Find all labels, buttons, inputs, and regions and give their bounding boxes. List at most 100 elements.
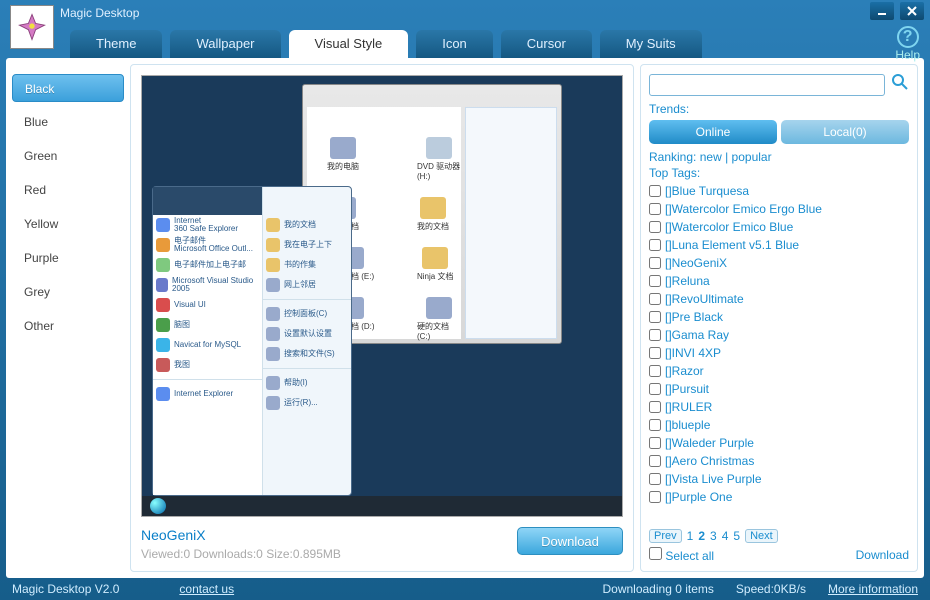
tag-checkbox[interactable] xyxy=(649,293,661,305)
tab-visual-style[interactable]: Visual Style xyxy=(289,30,409,58)
tag-item[interactable]: []blueple xyxy=(649,416,909,434)
tag-label: []Pursuit xyxy=(665,382,709,396)
tab-wallpaper[interactable]: Wallpaper xyxy=(170,30,280,58)
download-button[interactable]: Download xyxy=(517,527,623,555)
search-icon[interactable] xyxy=(891,73,909,96)
sidebar-item-red[interactable]: Red xyxy=(12,176,124,204)
pager-page-2[interactable]: 2 xyxy=(698,529,705,543)
tag-item[interactable]: []Reluna xyxy=(649,272,909,290)
tag-label: []RevoUltimate xyxy=(665,292,744,306)
tag-checkbox[interactable] xyxy=(649,347,661,359)
pager-page-1[interactable]: 1 xyxy=(687,529,694,543)
style-preview-image: 我的电脑 共享文档 硬的文档 (E:) 硬的文档 (D:) DVD 驱动器 (H… xyxy=(141,75,623,517)
tag-label: []INVI 4XP xyxy=(665,346,721,360)
pager-page-4[interactable]: 4 xyxy=(722,529,729,543)
tag-label: []NeoGeniX xyxy=(665,256,727,270)
tag-checkbox[interactable] xyxy=(649,365,661,377)
tags-list: []Blue Turquesa []Watercolor Emico Ergo B… xyxy=(649,182,909,525)
tag-checkbox[interactable] xyxy=(649,239,661,251)
tag-item[interactable]: []Vista Live Purple xyxy=(649,470,909,488)
tab-local[interactable]: Local(0) xyxy=(781,120,909,144)
tag-checkbox[interactable] xyxy=(649,455,661,467)
tag-label: []Luna Element v5.1 Blue xyxy=(665,238,799,252)
select-all-row[interactable]: Select all xyxy=(649,547,714,563)
tag-item[interactable]: []Aero Christmas xyxy=(649,452,909,470)
select-all-checkbox[interactable] xyxy=(649,547,662,560)
search-input[interactable] xyxy=(649,74,885,96)
app-logo xyxy=(10,5,54,49)
tag-item[interactable]: []Luna Element v5.1 Blue xyxy=(649,236,909,254)
tag-label: []Purple One xyxy=(665,490,732,504)
tag-checkbox[interactable] xyxy=(649,257,661,269)
tab-theme[interactable]: Theme xyxy=(70,30,162,58)
app-title: Magic Desktop xyxy=(60,6,139,20)
close-button[interactable] xyxy=(900,2,924,20)
item-stats: Viewed:0 Downloads:0 Size:0.895MB xyxy=(141,547,341,561)
pager-page-5[interactable]: 5 xyxy=(733,529,740,543)
tag-item[interactable]: []Pursuit xyxy=(649,380,909,398)
tag-label: []Reluna xyxy=(665,274,710,288)
ranking-new-link[interactable]: new xyxy=(700,150,722,164)
tag-checkbox[interactable] xyxy=(649,221,661,233)
help-icon: ? xyxy=(897,26,919,48)
pager-next[interactable]: Next xyxy=(745,529,778,543)
sidebar-item-yellow[interactable]: Yellow xyxy=(12,210,124,238)
download-link[interactable]: Download xyxy=(856,548,909,562)
minimize-button[interactable] xyxy=(870,2,894,20)
help-button[interactable]: ? Help xyxy=(895,26,920,62)
tag-checkbox[interactable] xyxy=(649,401,661,413)
pager-page-3[interactable]: 3 xyxy=(710,529,717,543)
tag-checkbox[interactable] xyxy=(649,203,661,215)
tag-checkbox[interactable] xyxy=(649,473,661,485)
tag-item[interactable]: []Waleder Purple xyxy=(649,434,909,452)
ranking-label: Ranking: xyxy=(649,150,696,164)
tag-label: []Watercolor Emico Blue xyxy=(665,220,793,234)
tag-checkbox[interactable] xyxy=(649,383,661,395)
tag-item[interactable]: []Pre Black xyxy=(649,308,909,326)
tag-item[interactable]: []Watercolor Emico Ergo Blue xyxy=(649,200,909,218)
tag-checkbox[interactable] xyxy=(649,185,661,197)
status-downloading: Downloading 0 items xyxy=(602,582,713,596)
contact-us-link[interactable]: contact us xyxy=(179,582,234,596)
main-tabbar: Theme Wallpaper Visual Style Icon Cursor… xyxy=(0,26,930,58)
tag-item[interactable]: []Purple One xyxy=(649,488,909,506)
tag-item[interactable]: []NeoGeniX xyxy=(649,254,909,272)
tab-my-suits[interactable]: My Suits xyxy=(600,30,702,58)
tag-item[interactable]: []INVI 4XP xyxy=(649,344,909,362)
pager-prev[interactable]: Prev xyxy=(649,529,682,543)
tag-item[interactable]: []Blue Turquesa xyxy=(649,182,909,200)
status-version: Magic Desktop V2.0 xyxy=(12,582,119,596)
tab-cursor[interactable]: Cursor xyxy=(501,30,592,58)
tag-item[interactable]: []RevoUltimate xyxy=(649,290,909,308)
tag-item[interactable]: []Gama Ray xyxy=(649,326,909,344)
ranking-sep: | xyxy=(725,150,728,164)
tag-label: []Watercolor Emico Ergo Blue xyxy=(665,202,822,216)
tag-checkbox[interactable] xyxy=(649,437,661,449)
tag-item[interactable]: []Watercolor Emico Blue xyxy=(649,218,909,236)
sidebar-item-blue[interactable]: Blue xyxy=(12,108,124,136)
pager: Prev 1 2 3 4 5 Next xyxy=(649,529,909,543)
tag-item[interactable]: []Razor xyxy=(649,362,909,380)
tab-online[interactable]: Online xyxy=(649,120,777,144)
more-information-link[interactable]: More information xyxy=(828,582,918,596)
sidebar-item-other[interactable]: Other xyxy=(12,312,124,340)
sidebar-item-purple[interactable]: Purple xyxy=(12,244,124,272)
right-panel: Trends: Online Local(0) Ranking: new | p… xyxy=(640,64,918,572)
tag-checkbox[interactable] xyxy=(649,275,661,287)
tag-item[interactable]: []RULER xyxy=(649,398,909,416)
tab-icon[interactable]: Icon xyxy=(416,30,493,58)
main-panel: 我的电脑 共享文档 硬的文档 (E:) 硬的文档 (D:) DVD 驱动器 (H… xyxy=(130,64,634,572)
color-sidebar: Black Blue Green Red Yellow Purple Grey … xyxy=(12,64,124,572)
sidebar-item-green[interactable]: Green xyxy=(12,142,124,170)
sidebar-item-black[interactable]: Black xyxy=(12,74,124,102)
statusbar: Magic Desktop V2.0 contact us Downloadin… xyxy=(0,578,930,600)
tag-checkbox[interactable] xyxy=(649,311,661,323)
tag-checkbox[interactable] xyxy=(649,491,661,503)
ranking-popular-link[interactable]: popular xyxy=(732,150,772,164)
tag-checkbox[interactable] xyxy=(649,329,661,341)
tag-label: []RULER xyxy=(665,400,712,414)
help-label: Help xyxy=(895,48,920,62)
tag-checkbox[interactable] xyxy=(649,419,661,431)
sidebar-item-grey[interactable]: Grey xyxy=(12,278,124,306)
top-tags-label: Top Tags: xyxy=(649,166,909,180)
